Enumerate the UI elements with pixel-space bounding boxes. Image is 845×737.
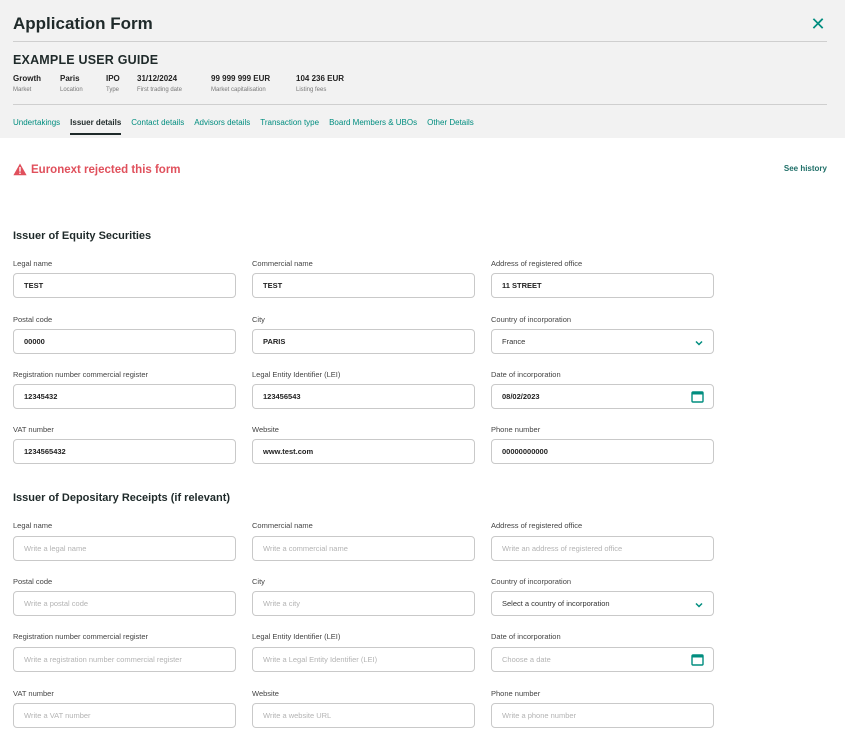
divider (13, 104, 827, 105)
divider (13, 41, 827, 42)
label-legal-name: Legal name (13, 521, 53, 530)
meta-market: Growth Market (13, 74, 41, 93)
tab-undertakings[interactable]: Undertakings (13, 118, 60, 132)
dr-lei-input[interactable]: Write a Legal Entity Identifier (LEI) (252, 647, 475, 672)
label-vat-number: VAT number (13, 689, 54, 698)
label-date-incorporation: Date of incorporation (491, 370, 561, 379)
label-legal-name: Legal name (13, 259, 53, 268)
label-commercial-name: Commercial name (252, 521, 313, 530)
dr-address-input[interactable]: Write an address of registered office (491, 536, 714, 561)
dr-date-incorporation-input[interactable]: Choose a date (491, 647, 714, 672)
label-phone: Phone number (491, 425, 541, 434)
tab-contact-details[interactable]: Contact details (131, 118, 184, 132)
dr-legal-name-input[interactable]: Write a legal name (13, 536, 236, 561)
label-registration-number: Registration number commercial register (13, 370, 149, 379)
label-address: Address of registered office (491, 259, 583, 268)
label-website: Website (252, 689, 279, 698)
close-icon[interactable]: ✕ (809, 15, 827, 33)
lei-input[interactable]: 123456543 (252, 384, 475, 409)
alert-text: Euronext rejected this form (31, 163, 181, 176)
dr-city-input[interactable]: Write a city (252, 591, 475, 616)
label-country: Country of incorporation (491, 577, 572, 586)
meta-listing-fees: 104 236 EUR Listing fees (296, 74, 345, 93)
address-input[interactable]: 11 STREET (491, 273, 714, 298)
tab-other-details[interactable]: Other Details (427, 118, 474, 132)
label-city: City (252, 315, 265, 324)
meta-location: Paris Location (60, 74, 83, 93)
website-input[interactable]: www.test.com (252, 439, 475, 464)
section-title-depositary: Issuer of Depositary Receipts (if releva… (13, 492, 231, 504)
label-phone: Phone number (491, 689, 541, 698)
label-lei: Legal Entity Identifier (LEI) (252, 632, 341, 641)
form-header: Application Form ✕ EXAMPLE USER GUIDE Gr… (0, 0, 845, 138)
registration-number-input[interactable]: 12345432 (13, 384, 236, 409)
dr-phone-input[interactable]: Write a phone number (491, 703, 714, 728)
meta-market-capitalisation: 99 999 999 EUR Market capitalisation (211, 74, 271, 93)
section-title-equity: Issuer of Equity Securities (13, 230, 152, 242)
legal-name-input[interactable]: TEST (13, 273, 236, 298)
warning-icon (13, 163, 27, 176)
guide-title: EXAMPLE USER GUIDE (13, 53, 159, 67)
label-vat-number: VAT number (13, 425, 54, 434)
tab-advisors-details[interactable]: Advisors details (194, 118, 250, 132)
dr-website-input[interactable]: Write a website URL (252, 703, 475, 728)
commercial-name-input[interactable]: TEST (252, 273, 475, 298)
label-address: Address of registered office (491, 521, 583, 530)
label-city: City (252, 577, 265, 586)
city-input[interactable]: PARIS (252, 329, 475, 354)
date-incorporation-input[interactable]: 08/02/2023 (491, 384, 714, 409)
label-postal-code: Postal code (13, 577, 53, 586)
label-lei: Legal Entity Identifier (LEI) (252, 370, 341, 379)
tab-transaction-type[interactable]: Transaction type (260, 118, 319, 132)
chevron-down-icon (694, 335, 704, 353)
label-country: Country of incorporation (491, 315, 572, 324)
postal-code-input[interactable]: 00000 (13, 329, 236, 354)
label-registration-number: Registration number commercial register (13, 632, 149, 641)
dr-vat-number-input[interactable]: Write a VAT number (13, 703, 236, 728)
calendar-icon[interactable] (691, 653, 704, 671)
label-postal-code: Postal code (13, 315, 53, 324)
dr-country-select[interactable]: Select a country of incorporation (491, 591, 714, 616)
phone-input[interactable]: 00000000000 (491, 439, 714, 464)
page-title: Application Form (13, 14, 153, 33)
dr-registration-number-input[interactable]: Write a registration number commercial r… (13, 647, 236, 672)
label-date-incorporation: Date of incorporation (491, 632, 561, 641)
calendar-icon[interactable] (691, 390, 704, 408)
label-website: Website (252, 425, 279, 434)
see-history-link[interactable]: See history (784, 164, 827, 173)
dr-commercial-name-input[interactable]: Write a commercial name (252, 536, 475, 561)
chevron-down-icon (694, 597, 704, 615)
rejection-alert: Euronext rejected this form (13, 163, 181, 176)
tab-issuer-details[interactable]: Issuer details (70, 118, 122, 135)
dr-postal-code-input[interactable]: Write a postal code (13, 591, 236, 616)
vat-number-input[interactable]: 1234565432 (13, 439, 236, 464)
meta-first-trading-date: 31/12/2024 First trading date (137, 74, 183, 93)
country-select[interactable]: France (491, 329, 714, 354)
meta-type: IPO Type (106, 74, 120, 93)
label-commercial-name: Commercial name (252, 259, 313, 268)
tab-bar: Undertakings Issuer details Contact deta… (13, 118, 484, 135)
tab-board-members[interactable]: Board Members & UBOs (329, 118, 417, 132)
